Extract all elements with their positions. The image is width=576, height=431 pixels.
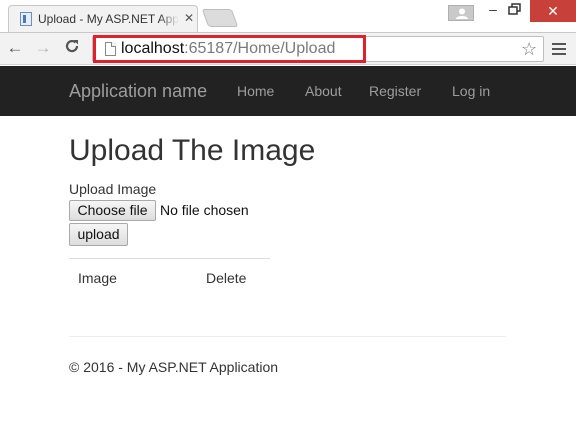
back-arrow-icon[interactable]: ← xyxy=(5,38,25,58)
footer-text: © 2016 - My ASP.NET Application xyxy=(69,359,279,375)
images-table: Image Delete xyxy=(69,258,270,286)
table-header-image: Image xyxy=(78,270,117,286)
window-titlebar: Upload - My ASP.NET App ✕ – ✕ xyxy=(0,0,576,32)
tab-title: Upload - My ASP.NET App xyxy=(38,12,178,26)
file-status-text: No file chosen xyxy=(160,202,249,218)
bookmark-star-icon[interactable]: ☆ xyxy=(521,39,537,59)
url-highlight-box xyxy=(93,35,366,63)
site-navbar: Application name Home About Register Log… xyxy=(0,66,576,116)
upload-image-label: Upload Image xyxy=(69,181,157,197)
close-icon[interactable]: ✕ xyxy=(184,11,194,25)
page-favicon-icon xyxy=(20,12,32,26)
nav-link-login[interactable]: Log in xyxy=(452,83,490,99)
window-close-button[interactable]: ✕ xyxy=(530,0,576,22)
browser-tab[interactable]: Upload - My ASP.NET App ✕ xyxy=(8,5,198,32)
choose-file-button[interactable]: Choose file xyxy=(69,200,156,221)
page-title: Upload The Image xyxy=(69,134,316,167)
nav-link-home[interactable]: Home xyxy=(237,83,274,99)
restore-button[interactable] xyxy=(508,3,526,21)
user-profile-icon[interactable] xyxy=(448,5,474,21)
navbar-brand[interactable]: Application name xyxy=(69,81,207,102)
nav-link-register[interactable]: Register xyxy=(369,83,421,99)
minimize-button[interactable]: – xyxy=(484,2,502,20)
tab-title-fade xyxy=(159,10,179,28)
upload-button[interactable]: upload xyxy=(69,223,128,246)
new-tab-button[interactable] xyxy=(201,9,239,27)
hamburger-menu-icon[interactable] xyxy=(552,43,566,55)
forward-arrow-icon[interactable]: → xyxy=(33,38,53,58)
table-header-delete: Delete xyxy=(206,270,247,286)
nav-link-about[interactable]: About xyxy=(305,83,342,99)
reload-icon[interactable] xyxy=(62,38,82,58)
footer-divider xyxy=(69,336,506,337)
